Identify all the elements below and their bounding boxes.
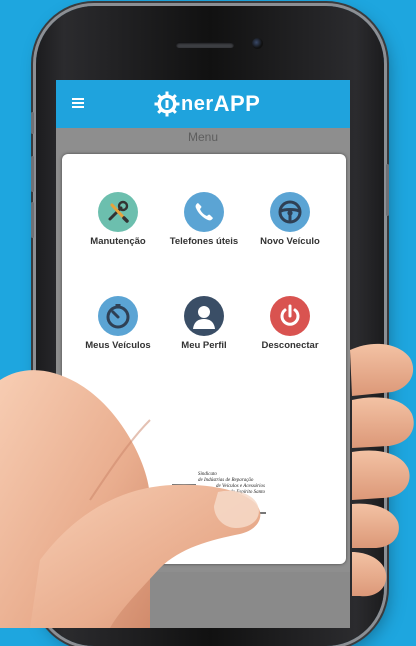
page-title: Menu <box>187 130 219 144</box>
menu-item-telefones[interactable]: Telefones úteis <box>158 192 250 247</box>
menu-item-label: Novo Veículo <box>260 236 320 247</box>
phone-camera <box>252 38 263 49</box>
app-logo: ner APP <box>154 90 260 118</box>
menu-item-label: Meus Veículos <box>85 340 151 351</box>
menu-item-manutencao[interactable]: Manutenção <box>72 192 164 247</box>
sponsor-text: do Espírito Santo <box>230 490 266 495</box>
sponsor-logo-line <box>258 512 266 514</box>
menu-item-label: Manutenção <box>90 236 146 247</box>
gear-o-icon <box>154 91 180 117</box>
menu-item-label: Desconectar <box>261 340 319 351</box>
menu-item-meus-veiculos[interactable]: Meus Veículos <box>72 296 164 351</box>
power-icon <box>270 296 310 336</box>
logo-text-app: APP <box>213 91 261 116</box>
phone-speaker <box>176 42 234 48</box>
sponsor-logo: Sindicato de Indústrias de Reparação de … <box>198 472 288 496</box>
menu-item-novo-veiculo[interactable]: Novo Veículo <box>244 192 336 247</box>
logo-text: ner <box>181 92 214 115</box>
menu-item-meu-perfil[interactable]: Meu Perfil <box>158 296 250 351</box>
phone-volume-button <box>31 156 34 192</box>
user-profile-icon <box>184 296 224 336</box>
phone-power-button <box>386 164 389 216</box>
menu-item-desconectar[interactable]: Desconectar <box>244 296 336 351</box>
menu-card: Manutenção Telefones úteis Novo Veículo <box>62 154 346 564</box>
app-screen: ner APP Menu Manutenção Telefones úteis … <box>56 80 350 628</box>
hamburger-menu-icon[interactable] <box>72 98 84 108</box>
timer-icon <box>98 296 138 336</box>
sponsor-logo-line <box>172 484 196 486</box>
phone-volume-button <box>31 202 34 238</box>
app-header: ner APP <box>56 80 350 128</box>
bottom-area <box>56 572 350 628</box>
menu-item-label: Meu Perfil <box>181 340 227 351</box>
menu-item-label: Telefones úteis <box>169 236 239 247</box>
phone-mute-switch <box>31 112 34 134</box>
phone-icon <box>184 192 224 232</box>
steering-wheel-icon <box>270 192 310 232</box>
wrench-screwdriver-icon <box>98 192 138 232</box>
